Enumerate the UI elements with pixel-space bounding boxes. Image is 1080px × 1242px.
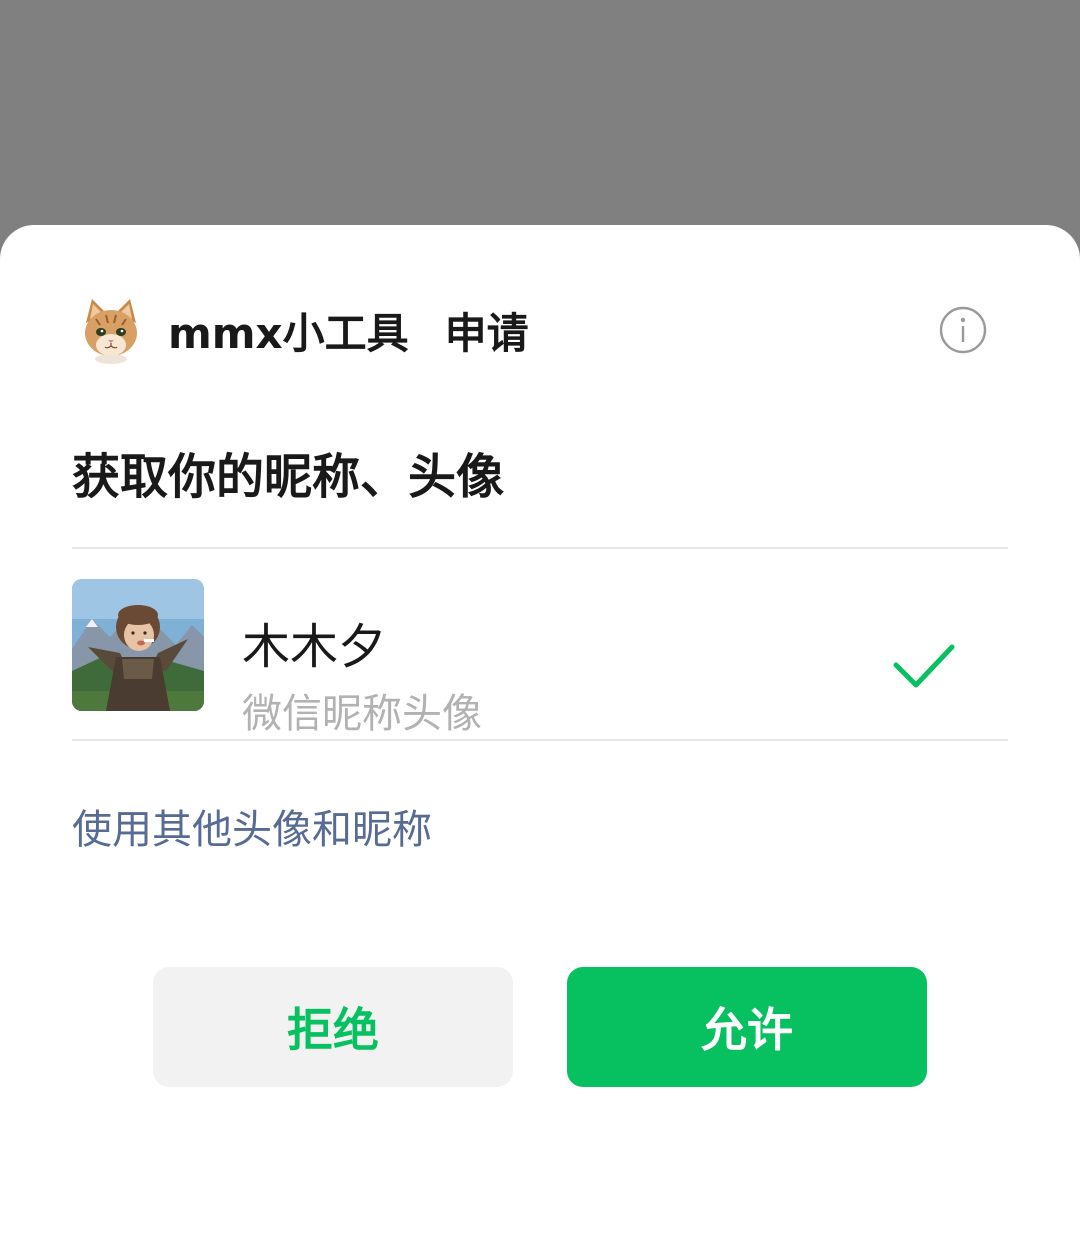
app-name: mmx小工具	[168, 308, 409, 358]
permission-title: 获取你的昵称、头像	[72, 449, 505, 505]
authorization-sheet: mmx小工具 申请 获取你的昵称、头像 木木夕 微信昵称头像 使用其他头像和昵称…	[0, 225, 1080, 1242]
reject-button[interactable]: 拒绝	[153, 967, 513, 1087]
avatar	[72, 579, 204, 711]
divider	[72, 739, 1008, 741]
account-nickname: 木木夕	[242, 619, 387, 675]
allow-button[interactable]: 允许	[567, 967, 927, 1087]
sheet-header: mmx小工具 申请	[76, 295, 1006, 365]
use-other-profile-link[interactable]: 使用其他头像和昵称	[72, 797, 432, 855]
cat-face-icon	[76, 295, 146, 365]
checkmark-icon	[892, 641, 956, 691]
account-subtitle: 微信昵称头像	[242, 691, 482, 737]
info-icon[interactable]	[938, 305, 988, 355]
account-option[interactable]: 木木夕 微信昵称头像	[72, 549, 1008, 739]
request-label: 申请	[444, 308, 529, 358]
screen: mmx小工具 申请 获取你的昵称、头像 木木夕 微信昵称头像 使用其他头像和昵称…	[0, 0, 1080, 1242]
